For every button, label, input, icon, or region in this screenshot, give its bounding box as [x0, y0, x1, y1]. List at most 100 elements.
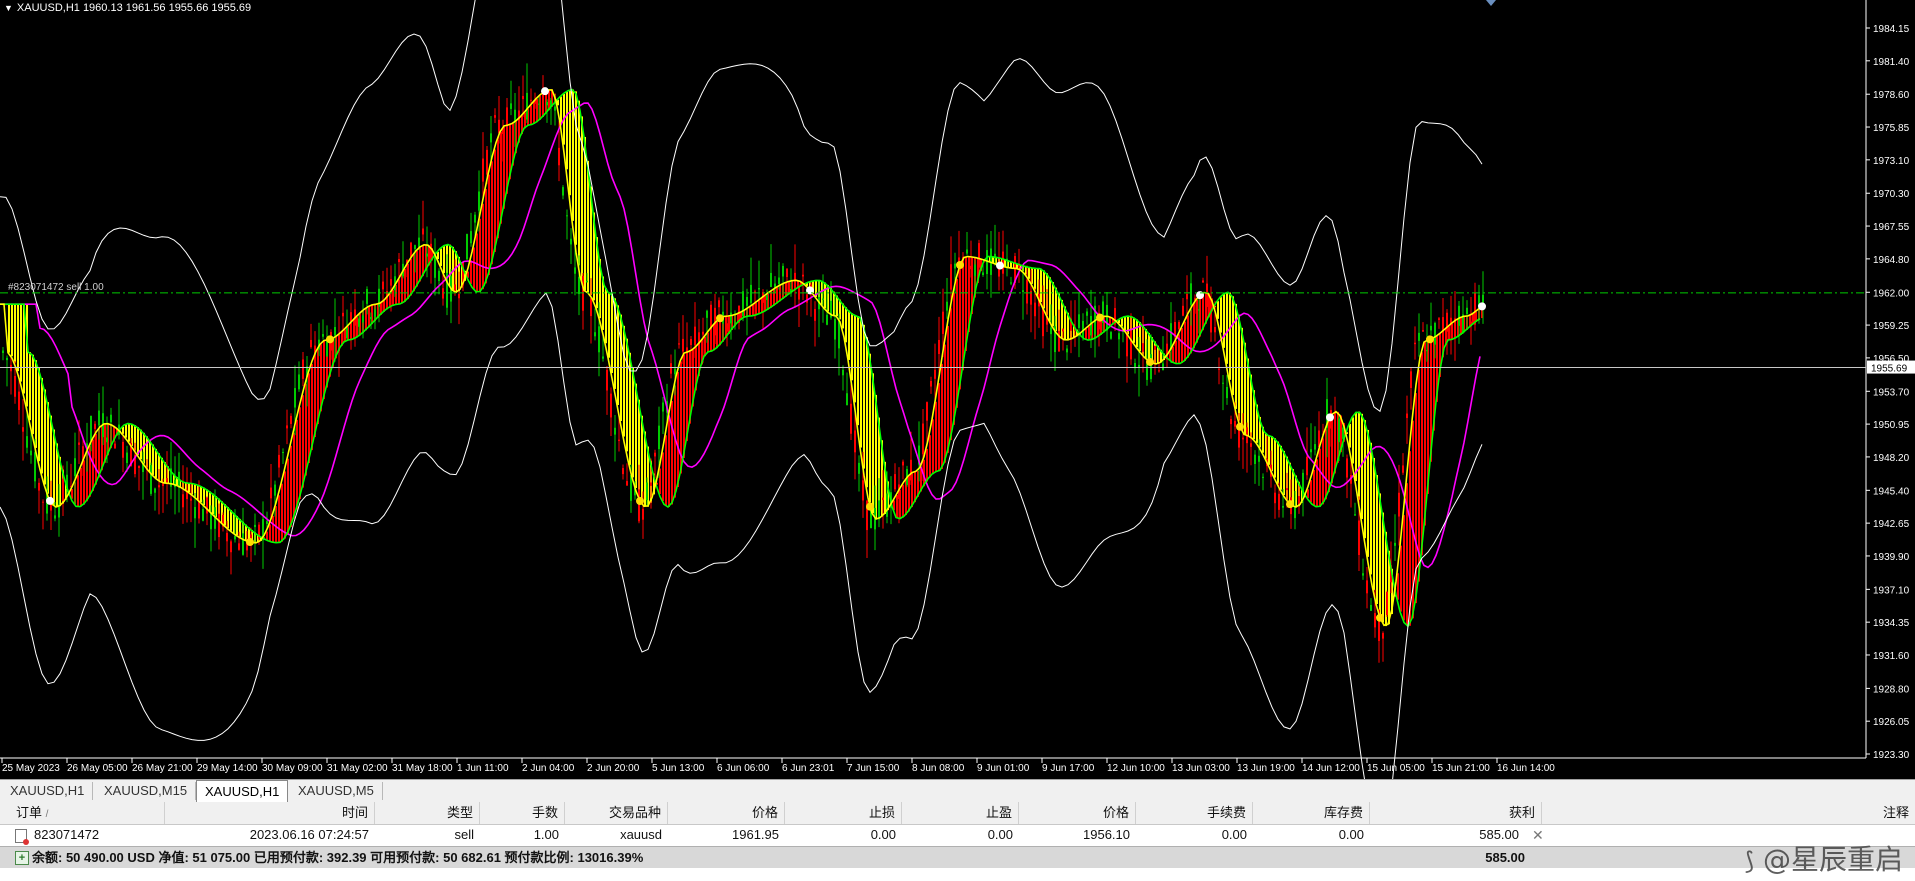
ma-ribbon-bar	[764, 295, 766, 312]
time-tick-label: 8 Jun 08:00	[912, 763, 965, 774]
ma-ribbon-bar	[140, 429, 142, 460]
candle-body	[1158, 370, 1160, 372]
tab-xauusd-m15[interactable]: XAUUSD,M15	[96, 782, 197, 800]
ma-ribbon-bar	[356, 316, 358, 338]
ma-ribbon-bar	[284, 471, 286, 539]
signal-dot	[1236, 422, 1244, 431]
chart-canvas[interactable]: 1984.15 1981.40 1978.60 1975.85 1973.10 1970.…	[0, 0, 1915, 779]
candle-body	[854, 430, 856, 453]
ma-ribbon-bar	[1370, 442, 1372, 575]
candle-body	[114, 443, 116, 449]
ma-ribbon-bar	[872, 373, 874, 514]
ma-ribbon-bar	[476, 233, 478, 292]
time-tick-label: 1 Jun 11:00	[457, 763, 509, 774]
candle-body	[726, 323, 728, 332]
time-tick-label: 14 Jun 12:00	[1302, 763, 1360, 774]
ma-ribbon-bar	[1181, 328, 1183, 364]
candle-body	[298, 374, 300, 390]
candle-body	[398, 259, 400, 263]
ma-ribbon-bar	[866, 337, 868, 488]
candle-body	[1334, 412, 1336, 433]
col-profit[interactable]: 获利	[1370, 802, 1542, 824]
candle-body	[350, 312, 352, 322]
ma-ribbon-bar	[824, 282, 826, 309]
candle-body	[1338, 418, 1340, 443]
candle-body	[558, 147, 560, 166]
candle-body	[1222, 382, 1224, 384]
price-tick-label: 1970.30	[1873, 189, 1910, 200]
candle-body	[74, 458, 76, 476]
candle-body	[1086, 311, 1088, 316]
candle-body	[926, 402, 928, 421]
plus-icon[interactable]: +	[15, 851, 29, 865]
col-tp[interactable]: 止盈	[902, 802, 1019, 824]
price-tick-label: 1926.05	[1873, 717, 1910, 728]
tab-xauusd-h1-active[interactable]: XAUUSD,H1	[196, 780, 289, 802]
ma-ribbon-bar	[1232, 296, 1234, 396]
col-lots[interactable]: 手数	[480, 802, 565, 824]
ma-ribbon-bar	[1244, 342, 1246, 435]
col-type[interactable]: 类型	[375, 802, 480, 824]
candle-body	[90, 415, 92, 441]
col-sl[interactable]: 止损	[785, 802, 902, 824]
ma-ribbon-bar	[293, 432, 295, 519]
candle-body	[1410, 371, 1412, 388]
ma-ribbon-bar	[569, 90, 571, 196]
candle-body	[494, 115, 496, 118]
col-price2[interactable]: 价格	[1019, 802, 1136, 824]
cell-tp[interactable]: 0.00	[902, 825, 1019, 845]
candle-body	[542, 95, 544, 105]
ma-ribbon-bar	[716, 321, 718, 349]
candle-body	[370, 316, 372, 320]
ma-ribbon-bar	[317, 349, 319, 425]
ma-ribbon-bar	[1052, 282, 1054, 327]
signal-dot	[1096, 313, 1104, 322]
candle-body	[822, 298, 824, 300]
candle-body	[126, 452, 128, 464]
signal-dot	[716, 314, 724, 323]
candle-body	[834, 319, 836, 340]
dropdown-triangle-icon[interactable]: ▼	[4, 3, 13, 13]
col-price[interactable]: 价格	[668, 802, 785, 824]
price-tick-label: 1923.30	[1873, 750, 1910, 761]
candle-body	[1282, 505, 1284, 508]
candle-body	[418, 237, 420, 248]
ma-ribbon-bar	[470, 260, 472, 284]
col-comment[interactable]: 注释	[1542, 802, 1915, 824]
candle-body	[766, 295, 768, 300]
ma-ribbon-bar	[530, 105, 532, 126]
col-symbol[interactable]: 交易品种	[565, 802, 668, 824]
candle-body	[646, 482, 648, 501]
ma-ribbon-bar	[1382, 512, 1384, 623]
ma-ribbon-bar	[1127, 316, 1129, 335]
candle-body	[478, 191, 480, 211]
candle-body	[438, 270, 440, 282]
candle-body	[1386, 592, 1388, 616]
ma-ribbon-bar	[665, 435, 667, 506]
col-time[interactable]: 时间	[165, 802, 375, 824]
ma-ribbon-bar	[1460, 317, 1462, 335]
time-tick-label: 6 Jun 23:01	[782, 763, 835, 774]
candle-body	[846, 393, 848, 406]
candle-body	[1090, 315, 1092, 336]
candle-body	[838, 320, 840, 349]
tab-xauusd-h1-1[interactable]: XAUUSD,H1	[2, 782, 94, 800]
ma-ribbon-bar	[224, 504, 226, 526]
cell-sl[interactable]: 0.00	[785, 825, 902, 845]
ma-ribbon-bar	[1376, 475, 1378, 605]
price-chart[interactable]: 1984.15 1981.40 1978.60 1975.85 1973.10 1970.…	[0, 0, 1915, 779]
col-order[interactable]: 订单 /	[0, 802, 165, 824]
ma-ribbon-bar	[1034, 268, 1036, 290]
price-tick-label: 1973.10	[1873, 156, 1910, 167]
col-swap[interactable]: 库存费	[1253, 802, 1370, 824]
ma-ribbon-bar	[287, 458, 289, 534]
tab-xauusd-m5[interactable]: XAUUSD,M5	[290, 782, 383, 800]
candle-body	[466, 234, 468, 260]
candle-body	[538, 103, 540, 105]
close-order-icon[interactable]: ✕	[1526, 825, 1544, 845]
candle-body	[1142, 343, 1144, 352]
candle-body	[1110, 332, 1112, 339]
ma-ribbon-bar	[1400, 545, 1402, 612]
table-row[interactable]: 823071472 2023.06.16 07:24:57 sell 1.00 …	[0, 825, 1915, 845]
col-commission[interactable]: 手续费	[1136, 802, 1253, 824]
